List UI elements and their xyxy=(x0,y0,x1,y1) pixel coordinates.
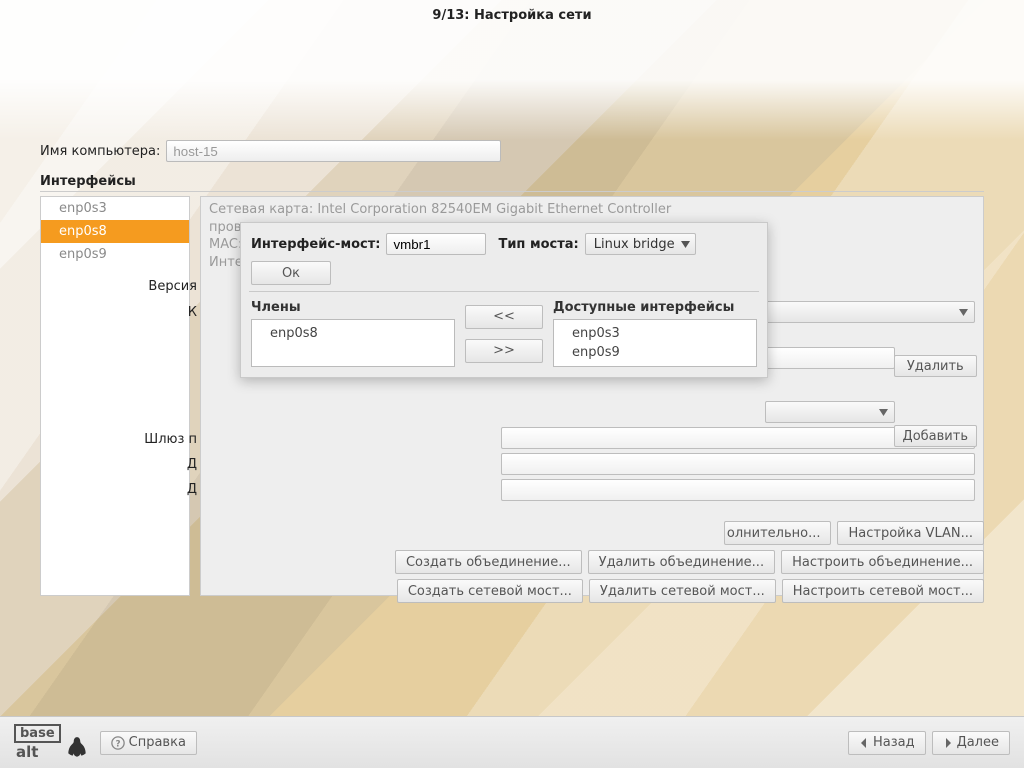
ip-input[interactable] xyxy=(765,347,895,369)
more-button[interactable]: олнительно... xyxy=(724,521,832,545)
list-item[interactable]: enp0s9 xyxy=(554,343,756,362)
penguin-icon xyxy=(64,735,90,761)
config-select[interactable] xyxy=(765,301,975,323)
available-title: Доступные интерфейсы xyxy=(553,300,757,315)
chevron-down-icon xyxy=(681,241,690,248)
move-left-button[interactable]: << xyxy=(465,305,543,329)
interfaces-list[interactable]: enp0s3 enp0s8 enp0s9 xyxy=(40,196,190,596)
bridge-create-button[interactable]: Создать сетевой мост... xyxy=(397,579,583,603)
bond-configure-button[interactable]: Настроить объединение... xyxy=(781,550,984,574)
bridge-dialog: Интерфейс-мост: Тип моста: Linux bridge … xyxy=(240,222,768,378)
interface-item[interactable]: enp0s3 xyxy=(41,197,189,220)
help-icon: ? xyxy=(111,736,125,750)
version-label: Версия xyxy=(71,279,201,294)
bridge-name-input[interactable] xyxy=(386,233,486,255)
logo-top: base xyxy=(14,724,61,743)
hostname-input[interactable] xyxy=(166,140,501,162)
bridge-type-value: Linux bridge xyxy=(594,237,675,252)
back-button[interactable]: Назад xyxy=(848,731,926,755)
next-label: Далее xyxy=(957,735,999,750)
dns2-input[interactable] xyxy=(501,479,975,501)
help-button[interactable]: ? Справка xyxy=(100,731,197,755)
logo: base alt xyxy=(14,724,90,761)
move-right-button[interactable]: >> xyxy=(465,339,543,363)
dns1-label: Д xyxy=(71,457,201,472)
hostname-label: Имя компьютера: xyxy=(40,144,160,159)
back-label: Назад xyxy=(873,735,915,750)
delete-button[interactable]: Удалить xyxy=(894,355,977,377)
gw-label: Шлюз п xyxy=(71,432,201,447)
dns1-input[interactable] xyxy=(501,453,975,475)
bridge-name-label: Интерфейс-мост: xyxy=(251,237,380,252)
divider xyxy=(249,291,759,292)
add-button[interactable]: Добавить xyxy=(894,425,977,447)
mask-select[interactable] xyxy=(765,401,895,423)
members-title: Члены xyxy=(251,300,455,315)
config-label: К xyxy=(71,305,201,320)
nic-info: Сетевая карта: Intel Corporation 82540EM… xyxy=(209,201,975,219)
interface-item[interactable]: enp0s8 xyxy=(41,220,189,243)
logo-bottom: alt xyxy=(16,743,61,761)
svg-text:?: ? xyxy=(115,739,120,749)
vlan-button[interactable]: Настройка VLAN... xyxy=(837,521,984,545)
bond-create-button[interactable]: Создать объединение... xyxy=(395,550,582,574)
list-item[interactable]: enp0s8 xyxy=(252,324,454,343)
page-title: 9/13: Настройка сети xyxy=(0,0,1024,31)
bond-delete-button[interactable]: Удалить объединение... xyxy=(588,550,775,574)
interface-item[interactable]: enp0s9 xyxy=(41,243,189,266)
dns2-label: Д xyxy=(71,482,201,497)
next-button[interactable]: Далее xyxy=(932,731,1010,755)
bridge-delete-button[interactable]: Удалить сетевой мост... xyxy=(589,579,776,603)
bridge-configure-button[interactable]: Настроить сетевой мост... xyxy=(782,579,984,603)
bridge-type-label: Тип моста: xyxy=(498,237,578,252)
chevron-left-icon xyxy=(859,738,869,748)
bottom-bar: base alt ? Справка Назад Далее xyxy=(0,716,1024,768)
available-listbox[interactable]: enp0s3 enp0s9 xyxy=(553,319,757,367)
interfaces-header: Интерфейсы xyxy=(40,174,984,192)
members-listbox[interactable]: enp0s8 xyxy=(251,319,455,367)
bridge-type-select[interactable]: Linux bridge xyxy=(585,233,696,255)
ok-button[interactable]: Ок xyxy=(251,261,331,285)
list-item[interactable]: enp0s3 xyxy=(554,324,756,343)
chevron-right-icon xyxy=(943,738,953,748)
help-label: Справка xyxy=(129,735,186,750)
